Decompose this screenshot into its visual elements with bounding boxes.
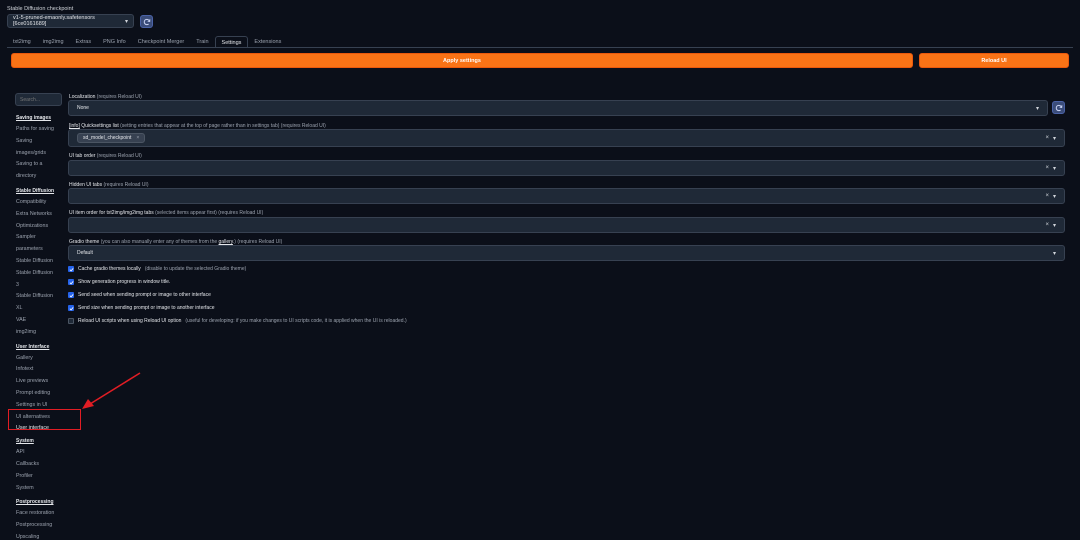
settings-search-input[interactable] <box>15 93 62 106</box>
settings-sidebar: Saving images Paths for saving Saving image… <box>16 112 66 540</box>
sidebar-item-stable-diffusion[interactable]: Stable Diffusion <box>16 268 66 280</box>
sidebar-item-img2img[interactable]: img2img <box>16 327 66 339</box>
sidebar-item-sampler[interactable]: Sampler <box>16 232 66 244</box>
checkmark-icon <box>69 306 73 310</box>
sidebar-item-optimizations[interactable]: Optimizations <box>16 221 66 233</box>
checkmark-icon <box>69 293 73 297</box>
clear-icon[interactable]: × <box>1045 135 1049 142</box>
sidebar-item-api[interactable]: API <box>16 447 66 459</box>
sidebar-item-live-previews[interactable]: Live previews <box>16 376 66 388</box>
chevron-down-icon: ▾ <box>1035 105 1039 112</box>
checkbox-row[interactable]: Show generation progress in window title… <box>68 279 170 285</box>
chevron-down-icon: ▾ <box>1052 165 1056 172</box>
item-order-label: UI item order for txt2img/img2img tabs (… <box>69 210 264 216</box>
sidebar-item-prompt-editing[interactable]: Prompt editing <box>16 388 66 400</box>
apply-settings-button[interactable]: Apply settings <box>11 53 913 68</box>
sidebar-item-profiler[interactable]: Profiler <box>16 471 66 483</box>
sidebar-item-extra-networks[interactable]: Extra Networks <box>16 209 66 221</box>
sidebar-item-directory[interactable]: directory <box>16 171 66 183</box>
sidebar-section-user-interface: User Interface <box>16 343 50 350</box>
tab-order-label: UI tab order (requires Reload UI) <box>69 153 142 159</box>
checkbox-unchecked[interactable] <box>68 318 74 324</box>
sidebar-item-stable-diffusion[interactable]: Stable Diffusion <box>16 256 66 268</box>
sidebar-item-images-grids[interactable]: images/grids <box>16 148 66 160</box>
checkbox-row[interactable]: Cache gradio themes locally (disable to u… <box>68 266 246 272</box>
checkbox-hint: (useful for developing: if you make chan… <box>185 318 407 324</box>
sidebar-item-system[interactable]: System <box>16 483 66 495</box>
checkbox-hint: (disable to update the selected Gradio t… <box>144 266 247 272</box>
sidebar-item-infotext[interactable]: Infotext <box>16 364 66 376</box>
checkbox-label: Reload UI scripts when using Reload UI o… <box>78 318 182 324</box>
chevron-down-icon: ▾ <box>1052 193 1056 200</box>
sidebar-item-parameters[interactable]: parameters <box>16 244 66 256</box>
sidebar-item-face-restoration[interactable]: Face restoration <box>16 508 66 520</box>
checkbox-label: Cache gradio themes locally <box>78 266 141 272</box>
sidebar-item-stable-diffusion[interactable]: Stable Diffusion <box>16 291 66 303</box>
sidebar-item-postprocessing[interactable]: Postprocessing <box>16 520 66 532</box>
checkbox-checked[interactable] <box>68 279 74 285</box>
chevron-down-icon: ▾ <box>124 18 128 25</box>
sidebar-item-xl[interactable]: XL <box>16 303 66 315</box>
checkbox-checked[interactable] <box>68 305 74 311</box>
checkpoint-value: v1-5-pruned-emaonly.safetensors [6ce0161… <box>13 15 95 27</box>
sidebar-section-postprocessing: Postprocessing <box>16 499 54 506</box>
checkbox-row[interactable]: Send size when sending prompt or image t… <box>68 305 214 311</box>
sidebar-item-saving-to-a[interactable]: Saving to a <box>16 159 66 171</box>
highlight-box <box>8 409 81 430</box>
reload-ui-button[interactable]: Reload UI <box>919 53 1069 68</box>
checkmark-icon <box>69 280 73 284</box>
refresh-checkpoint-button[interactable] <box>140 15 153 28</box>
checkbox-checked[interactable] <box>68 266 74 272</box>
clear-icon[interactable]: × <box>1045 222 1049 229</box>
refresh-localization-button[interactable] <box>1052 101 1065 114</box>
remove-chip-icon[interactable]: × <box>136 135 139 141</box>
sidebar-item-compatibility[interactable]: Compatibility <box>16 197 66 209</box>
chevron-down-icon: ▾ <box>1052 135 1056 142</box>
chevron-down-icon: ▾ <box>1052 250 1056 257</box>
refresh-icon <box>143 18 150 25</box>
hidden-tabs-multiselect[interactable]: × ▾ <box>68 188 1065 204</box>
checkbox-label: Show generation progress in window title… <box>78 279 171 285</box>
sidebar-item-callbacks[interactable]: Callbacks <box>16 459 66 471</box>
refresh-icon <box>1055 104 1062 111</box>
checkbox-row[interactable]: Reload UI scripts when using Reload UI o… <box>68 318 407 324</box>
localization-value: None <box>77 105 89 111</box>
tabs-divider <box>7 47 1073 48</box>
checkbox-label: Send seed when sending prompt or image t… <box>78 292 211 298</box>
theme-dropdown[interactable]: Default ▾ <box>68 245 1065 261</box>
sidebar-item-gallery[interactable]: Gallery <box>16 353 66 365</box>
sidebar-item-saving[interactable]: Saving <box>16 136 66 148</box>
sidebar-section-system: System <box>16 438 34 445</box>
sidebar-item-vae[interactable]: VAE <box>16 315 66 327</box>
checkbox-checked[interactable] <box>68 292 74 298</box>
sidebar-section-stable-diffusion: Stable Diffusion <box>16 187 55 194</box>
chevron-down-icon: ▾ <box>1052 222 1056 229</box>
theme-value: Default <box>77 250 93 256</box>
tab-order-multiselect[interactable]: × ▾ <box>68 160 1065 176</box>
checkbox-label: Send size when sending prompt or image t… <box>78 305 215 311</box>
sidebar-section-saving-images: Saving images <box>16 115 52 121</box>
checkpoint-label: Stable Diffusion checkpoint <box>7 6 74 12</box>
item-order-multiselect[interactable]: × ▾ <box>68 217 1065 233</box>
checkmark-icon <box>69 267 73 271</box>
clear-icon[interactable]: × <box>1045 165 1049 172</box>
localization-dropdown[interactable]: None ▾ <box>68 100 1048 116</box>
quicksettings-multiselect[interactable]: sd_model_checkpoint × × ▾ <box>68 129 1065 147</box>
sidebar-item-upscaling[interactable]: Upscaling <box>16 532 66 540</box>
clear-icon[interactable]: × <box>1045 193 1049 200</box>
sidebar-item-paths-for-saving[interactable]: Paths for saving <box>16 124 66 136</box>
checkpoint-dropdown[interactable]: v1-5-pruned-emaonly.safetensors [6ce0161… <box>7 14 134 28</box>
selected-chip[interactable]: sd_model_checkpoint × <box>77 133 146 143</box>
sidebar-item-3[interactable]: 3 <box>16 280 66 292</box>
checkbox-row[interactable]: Send seed when sending prompt or image t… <box>68 292 211 298</box>
